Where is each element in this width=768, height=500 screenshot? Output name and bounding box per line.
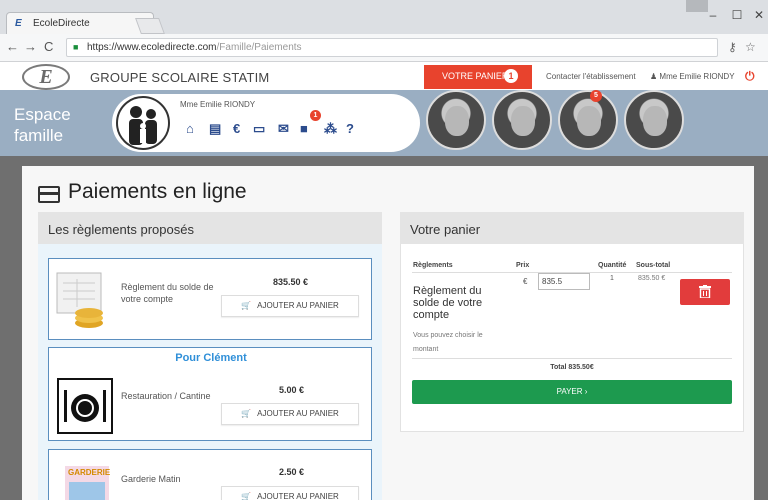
page-title: Paiements en ligne	[68, 180, 247, 203]
ecoledirecte-favicon-icon: E	[15, 18, 22, 29]
url-input[interactable]: ■ https://www.ecoledirecte.com/Famille/P…	[66, 38, 718, 57]
add-to-cart-button[interactable]: 🛒 AJOUTER AU PANIER	[221, 295, 359, 317]
offer-label: Restauration / Cantine	[121, 391, 211, 401]
family-space-line2: famille	[14, 126, 64, 145]
garderie-image: GARDERIE	[65, 466, 111, 500]
payment-offer: Pour Clément Restauration / Cantine 5.00…	[48, 347, 372, 441]
proposed-payments-heading: Les règlements proposés	[38, 212, 382, 244]
key-icon[interactable]: ⚷	[728, 40, 737, 54]
child-notification-badge: 5	[590, 90, 602, 102]
forward-arrow-icon[interactable]: →	[24, 39, 37, 54]
euro-icon[interactable]: €	[233, 121, 240, 136]
school-name: GROUPE SCOLAIRE STATIM	[90, 70, 270, 85]
lock-icon: ■	[73, 42, 79, 52]
plate-cutlery-icon	[57, 378, 113, 434]
offer-price: 2.50 €	[279, 467, 305, 477]
home-icon[interactable]: ⌂	[186, 121, 194, 136]
new-tab-button[interactable]	[135, 18, 165, 34]
offer-price: 5.00 €	[279, 385, 305, 395]
currency-symbol: €	[523, 277, 528, 286]
offer-price: 835.50 €	[273, 277, 309, 287]
add-to-cart-label: AJOUTER AU PANIER	[257, 301, 339, 310]
add-to-cart-label: AJOUTER AU PANIER	[257, 409, 339, 418]
site-header: E GROUPE SCOLAIRE STATIM VOTRE PANIER 1 …	[0, 62, 768, 90]
cart-button[interactable]: VOTRE PANIER 1	[424, 65, 532, 89]
offer-label: Règlement du solde de votre compte	[121, 282, 214, 304]
child-face	[445, 106, 469, 136]
col-reglements: Règlements	[413, 262, 453, 269]
school-logo[interactable]: E	[22, 64, 70, 90]
cart-icon: 🛒	[241, 409, 252, 418]
tab-title: EcoleDirecte	[33, 18, 90, 29]
family-space-title: Espace famille	[14, 104, 71, 146]
logout-icon[interactable]: ⏻	[745, 69, 755, 84]
child-face	[511, 106, 535, 136]
folder-icon[interactable]: ■	[300, 121, 308, 136]
quantity-value: 1	[610, 275, 614, 282]
trash-icon	[699, 285, 711, 299]
cart-icon: 🛒	[241, 301, 252, 310]
address-bar-row: ← → C ■ https://www.ecoledirecte.com/Fam…	[0, 34, 768, 62]
col-quantite: Quantité	[598, 262, 627, 269]
payment-offer: GARDERIE Garderie Matin 2.50 € 🛒 AJOUTER …	[48, 449, 372, 500]
offer-label: Garderie Matin	[121, 474, 181, 484]
user-icon: ♟	[650, 72, 660, 81]
price-input[interactable]: 835.5	[538, 273, 590, 290]
add-to-cart-label: AJOUTER AU PANIER	[257, 492, 339, 500]
message-badge: 1	[310, 110, 321, 121]
pay-button[interactable]: PAYER ›	[412, 380, 732, 404]
cart-button-label: VOTRE PANIER	[442, 71, 509, 81]
subtotal-value: 835.50 €	[638, 275, 666, 282]
garderie-image-text: GARDERIE	[68, 468, 111, 477]
cart-count-badge: 1	[504, 69, 518, 83]
card-icon[interactable]: ▭	[253, 121, 265, 137]
close-window-button[interactable]: ✕	[744, 8, 768, 22]
contact-link[interactable]: Contacter l'établissement	[546, 72, 636, 81]
basket-item-name: Règlement du solde de votre compte	[413, 285, 483, 321]
mail-icon[interactable]: ✉	[278, 121, 289, 137]
reload-icon[interactable]: C	[44, 39, 53, 54]
browser-tab-bar: E EcoleDirecte × – ☐ ✕	[0, 0, 768, 34]
browser-tab[interactable]: E EcoleDirecte ×	[6, 12, 154, 34]
child-avatar-3[interactable]	[558, 90, 618, 150]
child-name: Pour Clément	[175, 352, 247, 364]
basket-heading: Votre panier	[400, 212, 744, 244]
child-face	[643, 106, 667, 136]
family-avatar[interactable]	[116, 96, 170, 150]
basket-item-note: Vous pouvez choisir le montant	[413, 332, 483, 353]
child-face	[577, 106, 601, 136]
cart-icon: 🛒	[241, 492, 252, 500]
add-to-cart-button[interactable]: 🛒 AJOUTER AU PANIER	[221, 403, 359, 425]
family-space-line1: Espace	[14, 105, 71, 124]
family-silhouette-icon	[129, 106, 157, 145]
back-arrow-icon[interactable]: ←	[6, 39, 19, 54]
url-domain: https://www.ecoledirecte.com	[87, 42, 217, 53]
child-avatar-2[interactable]	[492, 90, 552, 150]
add-to-cart-button[interactable]: 🛒 AJOUTER AU PANIER	[221, 486, 359, 500]
divider	[412, 358, 732, 359]
family-user-name: Mme Emilie RIONDY	[180, 100, 256, 109]
help-icon[interactable]: ?	[346, 121, 354, 136]
col-soustotal: Sous-total	[636, 262, 671, 269]
statement-coins-icon	[56, 272, 103, 328]
payment-offer: Règlement du solde de votre compte 835.5…	[48, 258, 372, 340]
credit-card-icon	[38, 186, 60, 203]
network-icon[interactable]: ⁂	[324, 121, 337, 137]
delete-item-button[interactable]	[680, 279, 730, 305]
child-avatar-1[interactable]	[426, 90, 486, 150]
child-avatar-4[interactable]	[624, 90, 684, 150]
basket-total: Total 835.50€	[550, 364, 594, 371]
user-link[interactable]: ♟ Mme Emilie RIONDY	[650, 72, 735, 81]
url-path: /Famille/Paiements	[216, 42, 302, 53]
user-name: Mme Emilie RIONDY	[659, 72, 735, 81]
id-card-icon[interactable]: ▤	[209, 121, 221, 137]
bookmark-star-icon[interactable]: ☆	[745, 40, 756, 54]
col-prix: Prix	[516, 262, 530, 269]
